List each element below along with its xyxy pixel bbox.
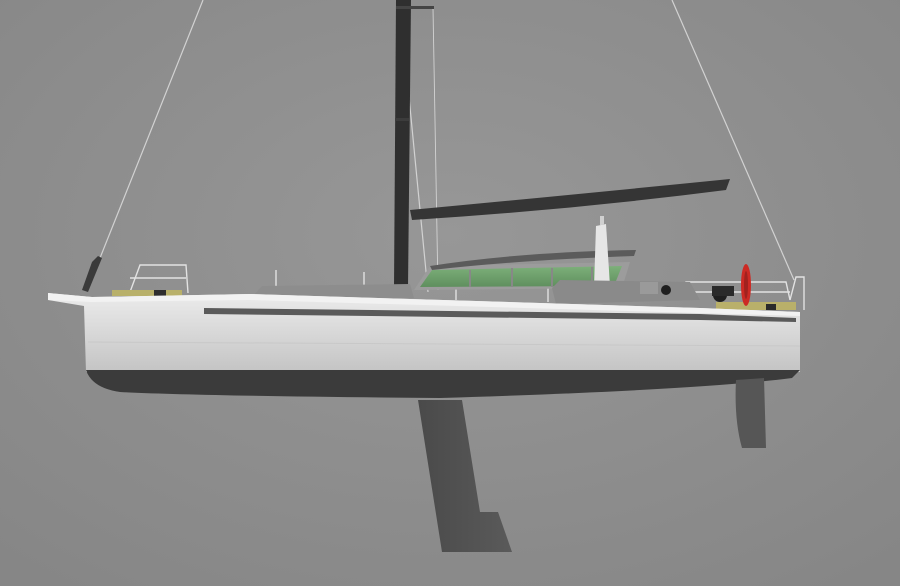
render-canvas: [0, 0, 900, 586]
stern-teak: [716, 302, 796, 310]
life-ring: [741, 264, 751, 306]
rudder: [735, 378, 766, 448]
sailboat-illustration: [0, 0, 900, 586]
